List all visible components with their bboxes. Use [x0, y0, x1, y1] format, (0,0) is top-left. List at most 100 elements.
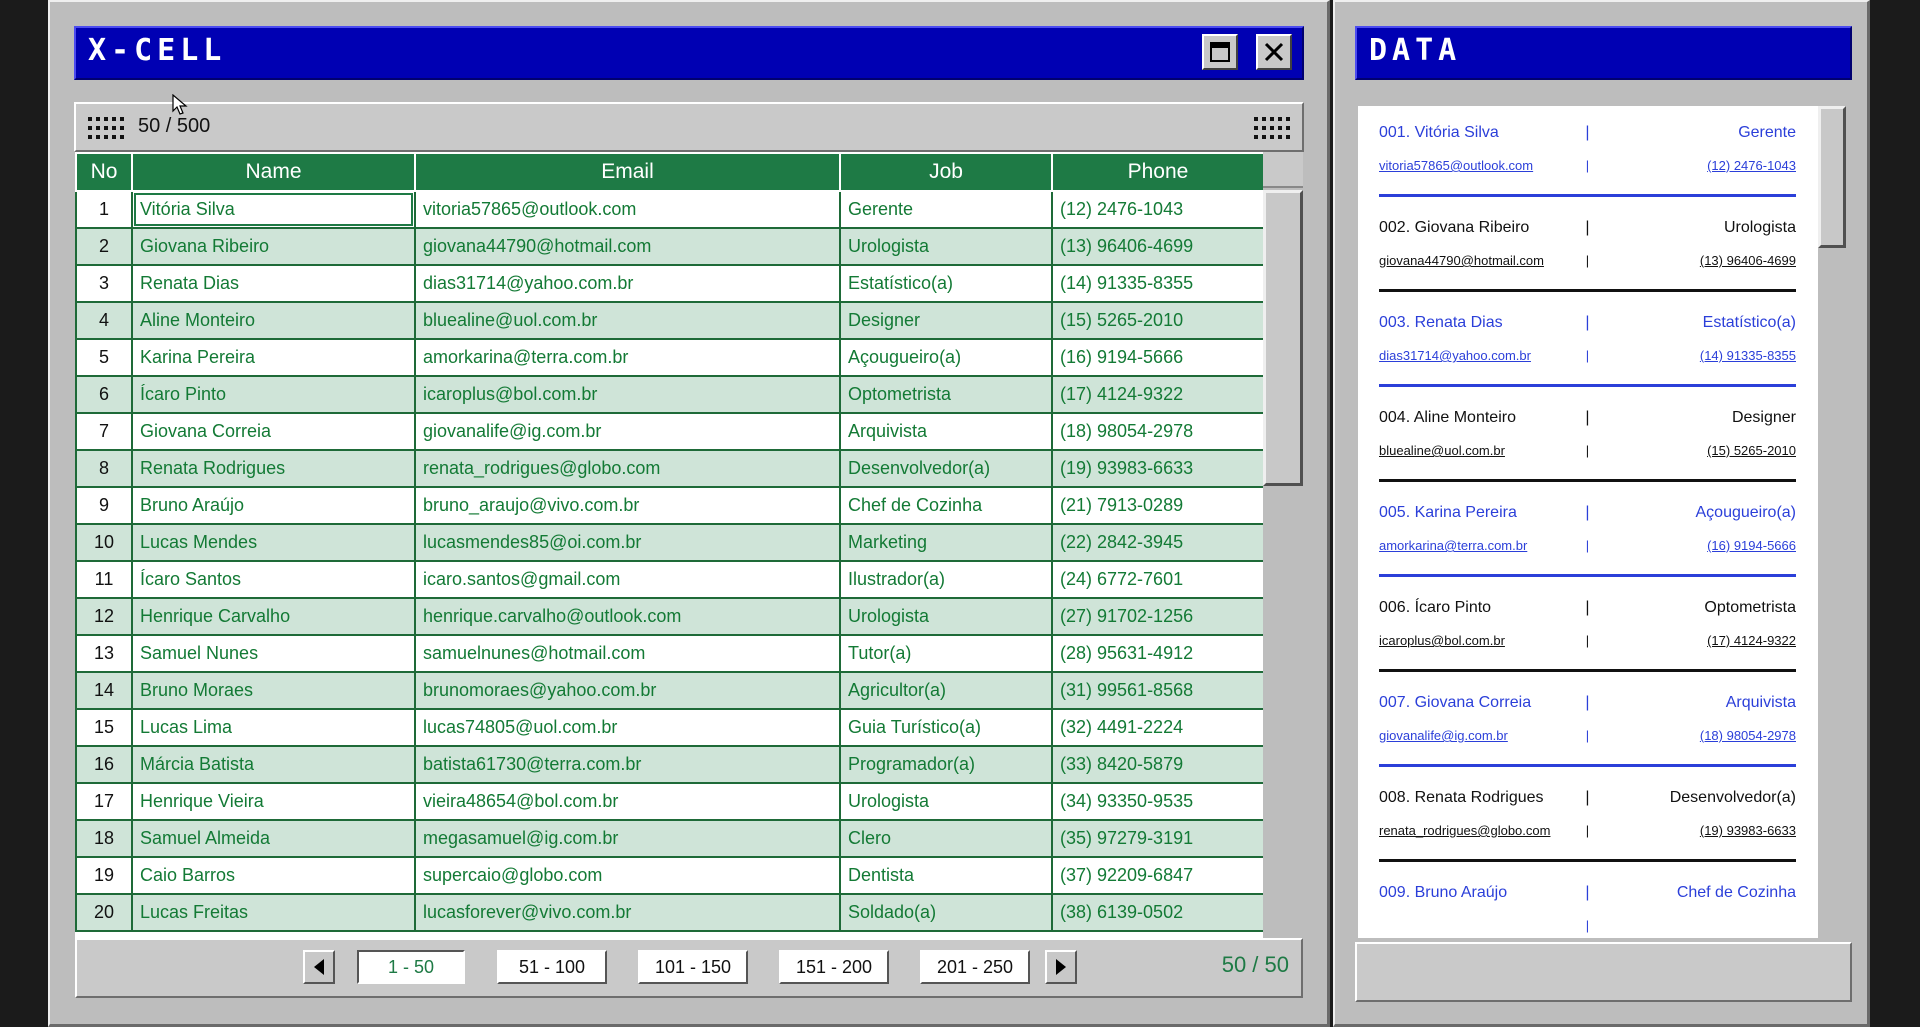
- data-card[interactable]: 009. Bruno Araújo | Chef de Cozinha |: [1379, 866, 1796, 938]
- cell-name[interactable]: Bruno Araújo: [131, 486, 416, 525]
- cell-no[interactable]: 6: [75, 375, 133, 414]
- cell-no[interactable]: 15: [75, 708, 133, 747]
- cell-email[interactable]: henrique.carvalho@outlook.com: [414, 597, 841, 636]
- cell-phone[interactable]: (33) 8420-5879: [1051, 745, 1263, 784]
- cell-email[interactable]: bluealine@uol.com.br: [414, 301, 841, 340]
- cell-name[interactable]: Karina Pereira: [131, 338, 416, 377]
- cell-name[interactable]: Samuel Nunes: [131, 634, 416, 673]
- grip-icon[interactable]: [1254, 116, 1290, 140]
- cell-job[interactable]: Agricultor(a): [839, 671, 1053, 710]
- cell-no[interactable]: 14: [75, 671, 133, 710]
- table-row[interactable]: 9 Bruno Araújo bruno_araujo@vivo.com.br Che…: [75, 486, 1263, 525]
- cell-job[interactable]: Chef de Cozinha: [839, 486, 1053, 525]
- cell-phone[interactable]: (32) 4491-2224: [1051, 708, 1263, 747]
- cell-phone[interactable]: (27) 91702-1256: [1051, 597, 1263, 636]
- card-email-link[interactable]: dias31714@yahoo.com.br: [1379, 348, 1531, 363]
- cell-phone[interactable]: (13) 96406-4699: [1051, 227, 1263, 266]
- cell-no[interactable]: 13: [75, 634, 133, 673]
- cell-job[interactable]: Estatístico(a): [839, 264, 1053, 303]
- cell-name[interactable]: Aline Monteiro: [131, 301, 416, 340]
- table-row[interactable]: 5 Karina Pereira amorkarina@terra.com.br Aç…: [75, 338, 1263, 377]
- cell-no[interactable]: 4: [75, 301, 133, 340]
- cell-no[interactable]: 19: [75, 856, 133, 895]
- table-row[interactable]: 15 Lucas Lima lucas74805@uol.com.br Guia Tu…: [75, 708, 1263, 747]
- data-scrollbar[interactable]: [1818, 106, 1846, 938]
- cell-job[interactable]: Optometrista: [839, 375, 1053, 414]
- table-row[interactable]: 18 Samuel Almeida megasamuel@ig.com.br Cler…: [75, 819, 1263, 858]
- data-card[interactable]: 005. Karina Pereira | Açougueiro(a) amorkar…: [1379, 486, 1796, 581]
- cell-name[interactable]: Bruno Moraes: [131, 671, 416, 710]
- table-row[interactable]: 12 Henrique Carvalho henrique.carvalho@out…: [75, 597, 1263, 636]
- cell-no[interactable]: 11: [75, 560, 133, 599]
- cell-phone[interactable]: (12) 2476-1043: [1051, 190, 1263, 229]
- data-card[interactable]: 003. Renata Dias | Estatístico(a) dias31714…: [1379, 296, 1796, 391]
- cell-email[interactable]: batista61730@terra.com.br: [414, 745, 841, 784]
- card-email-link[interactable]: icaroplus@bol.com.br: [1379, 633, 1505, 648]
- cell-no[interactable]: 3: [75, 264, 133, 303]
- cell-phone[interactable]: (15) 5265-2010: [1051, 301, 1263, 340]
- page-button[interactable]: 101 - 150: [638, 950, 748, 984]
- page-button[interactable]: 151 - 200: [779, 950, 889, 984]
- page-button[interactable]: 201 - 250: [920, 950, 1030, 984]
- table-row[interactable]: 14 Bruno Moraes brunomoraes@yahoo.com.br Ag…: [75, 671, 1263, 710]
- table-row[interactable]: 11 Ícaro Santos icaro.santos@gmail.com Ilus…: [75, 560, 1263, 599]
- col-header-email[interactable]: Email: [414, 152, 841, 192]
- cell-job[interactable]: Clero: [839, 819, 1053, 858]
- card-email-link[interactable]: amorkarina@terra.com.br: [1379, 538, 1527, 553]
- cell-phone[interactable]: (34) 93350-9535: [1051, 782, 1263, 821]
- cell-job[interactable]: Soldado(a): [839, 893, 1053, 932]
- cell-email[interactable]: lucas74805@uol.com.br: [414, 708, 841, 747]
- table-row[interactable]: 19 Caio Barros supercaio@globo.com Dentista…: [75, 856, 1263, 895]
- cell-job[interactable]: Ilustrador(a): [839, 560, 1053, 599]
- cell-name[interactable]: Giovana Correia: [131, 412, 416, 451]
- cell-email[interactable]: vieira48654@bol.com.br: [414, 782, 841, 821]
- cell-job[interactable]: Tutor(a): [839, 634, 1053, 673]
- cell-phone[interactable]: (37) 92209-6847: [1051, 856, 1263, 895]
- cell-phone[interactable]: (22) 2842-3945: [1051, 523, 1263, 562]
- cell-email[interactable]: vitoria57865@outlook.com: [414, 190, 841, 229]
- cell-job[interactable]: Dentista: [839, 856, 1053, 895]
- data-card[interactable]: 006. Ícaro Pinto | Optometrista icaroplus@b…: [1379, 581, 1796, 676]
- cell-email[interactable]: renata_rodrigues@globo.com: [414, 449, 841, 488]
- col-header-job[interactable]: Job: [839, 152, 1053, 192]
- card-email-link[interactable]: vitoria57865@outlook.com: [1379, 158, 1533, 173]
- cell-phone[interactable]: (38) 6139-0502: [1051, 893, 1263, 932]
- cell-email[interactable]: amorkarina@terra.com.br: [414, 338, 841, 377]
- card-phone-link[interactable]: (16) 9194-5666: [1707, 538, 1796, 553]
- cell-name[interactable]: Vitória Silva: [131, 190, 416, 229]
- card-phone-link[interactable]: (14) 91335-8355: [1700, 348, 1796, 363]
- card-email-link[interactable]: giovana44790@hotmail.com: [1379, 253, 1544, 268]
- cell-email[interactable]: dias31714@yahoo.com.br: [414, 264, 841, 303]
- data-card[interactable]: 007. Giovana Correia | Arquivista giovanali…: [1379, 676, 1796, 771]
- table-row[interactable]: 8 Renata Rodrigues renata_rodrigues@globo.…: [75, 449, 1263, 488]
- cell-job[interactable]: Gerente: [839, 190, 1053, 229]
- col-header-name[interactable]: Name: [131, 152, 416, 192]
- cell-email[interactable]: samuelnunes@hotmail.com: [414, 634, 841, 673]
- table-row[interactable]: 1 Vitória Silva vitoria57865@outlook.com Ge…: [75, 190, 1263, 229]
- cell-name[interactable]: Renata Rodrigues: [131, 449, 416, 488]
- cell-name[interactable]: Henrique Vieira: [131, 782, 416, 821]
- prev-page-button[interactable]: [303, 950, 335, 984]
- cell-name[interactable]: Giovana Ribeiro: [131, 227, 416, 266]
- cell-no[interactable]: 16: [75, 745, 133, 784]
- scrollbar-thumb[interactable]: [1263, 190, 1303, 486]
- xcell-titlebar[interactable]: X-CELL: [74, 26, 1304, 80]
- cell-job[interactable]: Guia Turístico(a): [839, 708, 1053, 747]
- card-phone-link[interactable]: (17) 4124-9322: [1707, 633, 1796, 648]
- cell-email[interactable]: lucasmendes85@oi.com.br: [414, 523, 841, 562]
- card-email-link[interactable]: giovanalife@ig.com.br: [1379, 728, 1508, 743]
- cell-phone[interactable]: (21) 7913-0289: [1051, 486, 1263, 525]
- cell-name[interactable]: Ícaro Pinto: [131, 375, 416, 414]
- data-card[interactable]: 004. Aline Monteiro | Designer bluealine@uo…: [1379, 391, 1796, 486]
- cell-no[interactable]: 12: [75, 597, 133, 636]
- card-phone-link[interactable]: (19) 93983-6633: [1700, 823, 1796, 838]
- cell-no[interactable]: 20: [75, 893, 133, 932]
- grid-scrollbar[interactable]: [1263, 152, 1303, 938]
- cell-name[interactable]: Lucas Freitas: [131, 893, 416, 932]
- cell-email[interactable]: brunomoraes@yahoo.com.br: [414, 671, 841, 710]
- grip-icon[interactable]: [88, 116, 124, 140]
- cell-job[interactable]: Desenvolvedor(a): [839, 449, 1053, 488]
- page-button[interactable]: 1 - 50: [357, 950, 465, 984]
- cell-name[interactable]: Samuel Almeida: [131, 819, 416, 858]
- cell-name[interactable]: Lucas Mendes: [131, 523, 416, 562]
